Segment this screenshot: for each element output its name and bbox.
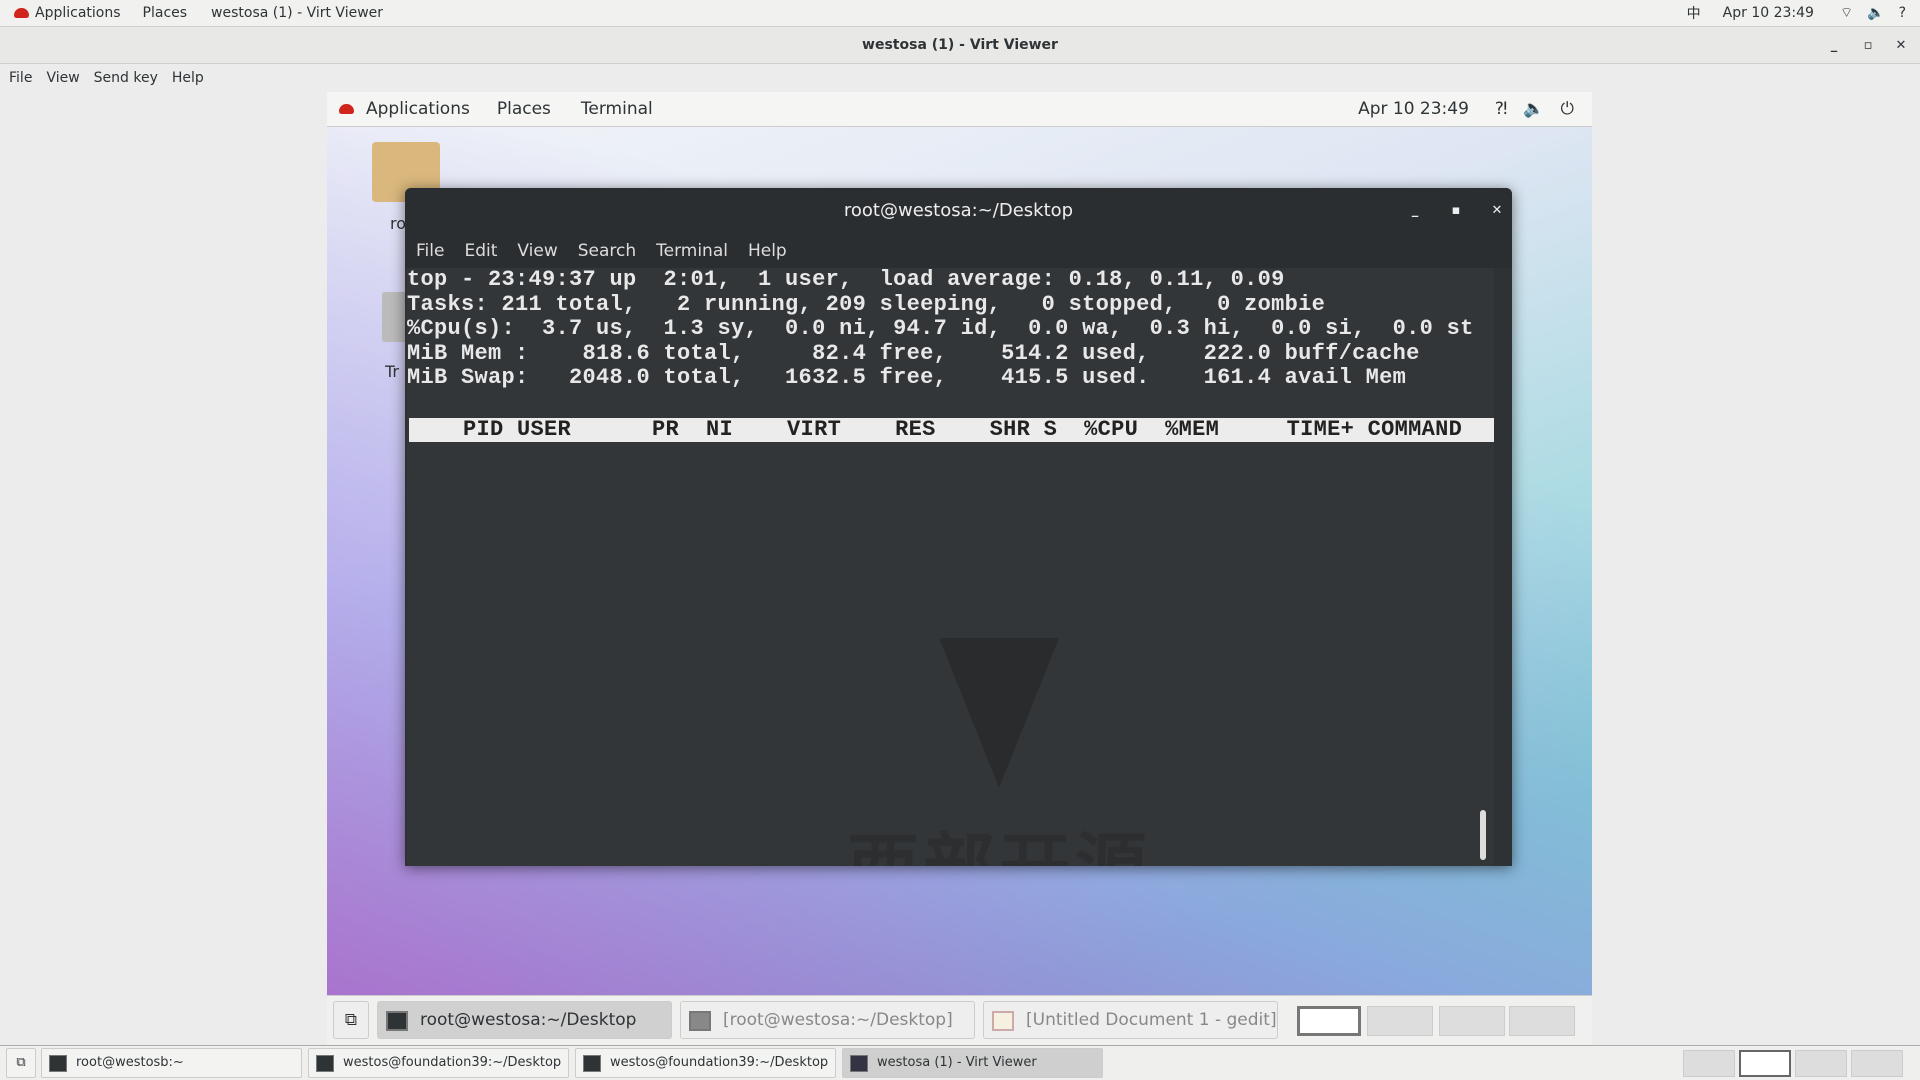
guest-taskbar: ⧉ root@westosa:~/Desktop [root@westosa:~… [327,995,1592,1045]
task-label: westos@foundation39:~/Desktop [343,1055,562,1070]
places-menu[interactable]: Places [143,5,188,21]
terminal-menu-file[interactable]: File [416,241,444,261]
workspace-3[interactable] [1439,1006,1505,1036]
task-label: [Untitled Document 1 - gedit] [1026,1010,1277,1030]
host-task-1[interactable]: root@westosb:~ [41,1048,302,1078]
help-icon[interactable]: ? [1899,5,1906,21]
top-line-cpu: %Cpu(s): 3.7 us, 1.3 sy, 0.0 ni, 94.7 id… [407,316,1474,341]
wifi-icon[interactable]: ⌔ [1840,4,1853,22]
guest-applications-menu[interactable]: Applications [366,99,470,119]
terminal-close-button[interactable]: ✕ [1482,188,1512,234]
terminal-icon [583,1055,601,1072]
guest-top-bar: Applications Places Terminal Apr 10 23:4… [327,92,1592,127]
guest-task-gedit[interactable]: [Untitled Document 1 - gedit] [983,1001,1278,1039]
viewer-menu-bar: File View Send key Help [0,64,1920,92]
terminal-title-bar[interactable]: root@westosa:~/Desktop _ ▪ ✕ [405,188,1512,234]
terminal-title: root@westosa:~/Desktop [843,200,1074,221]
close-button[interactable]: ✕ [1886,27,1916,64]
terminal-icon [689,1011,711,1031]
terminal-scrollbar[interactable] [1480,810,1486,860]
input-method[interactable]: 中 [1687,3,1701,23]
top-line-tasks: Tasks: 211 total, 2 running, 209 sleepin… [407,291,1326,317]
task-label: [root@westosa:~/Desktop] [723,1010,953,1030]
top-line-mem: MiB Mem : 818.6 total, 82.4 free, 514.2 … [407,340,1420,366]
terminal-menu-help[interactable]: Help [748,241,787,261]
home-folder-label[interactable]: ro [390,214,406,233]
terminal-menu-bar: File Edit View Search Terminal Help [405,234,1512,268]
task-label: root@westosb:~ [76,1055,184,1070]
terminal-maximize-button[interactable]: ▪ [1441,188,1471,234]
terminal-icon [49,1055,67,1072]
task-label: westos@foundation39:~/Desktop [610,1055,829,1070]
workspace-1[interactable] [1683,1050,1735,1077]
guest-places-menu[interactable]: Places [497,99,551,119]
trash-label[interactable]: Tr [385,362,399,381]
workspace-1[interactable] [1297,1006,1361,1036]
power-icon[interactable]: ⏻ [1561,99,1574,119]
show-desktop-button[interactable]: ⧉ [333,1001,369,1039]
terminal-window[interactable]: root@westosa:~/Desktop _ ▪ ✕ File Edit V… [405,188,1512,866]
redhat-logo-icon [14,8,29,18]
active-window-label[interactable]: westosa (1) - Virt Viewer [211,5,383,21]
menu-file[interactable]: File [9,70,32,86]
host-task-2[interactable]: westos@foundation39:~/Desktop [308,1048,569,1078]
guest-task-terminal[interactable]: [root@westosa:~/Desktop] [680,1001,975,1039]
workspace-4[interactable] [1851,1050,1903,1077]
volume-icon[interactable]: 🔈 [1523,99,1544,119]
terminal-menu-edit[interactable]: Edit [464,241,497,261]
minimize-button[interactable]: _ [1819,27,1849,64]
menu-send-key[interactable]: Send key [94,70,158,86]
viewer-title: westosa (1) - Virt Viewer [862,37,1058,53]
process-table-header: PID USER PR NI VIRT RES SHR S %CPU %MEM … [409,418,1494,442]
terminal-icon [316,1055,334,1072]
guest-task-terminal-active[interactable]: root@westosa:~/Desktop [377,1001,672,1039]
terminal-content[interactable]: 西部开源 top - 23:49:37 up 2:01, 1 user, loa… [407,267,1494,866]
task-label: root@westosa:~/Desktop [420,1010,637,1030]
terminal-menu-search[interactable]: Search [578,241,636,261]
virt-viewer-icon [850,1055,868,1072]
show-desktop-button[interactable]: ⧉ [6,1048,36,1078]
host-top-bar: Applications Places westosa (1) - Virt V… [0,0,1920,27]
terminal-minimize-button[interactable]: _ [1400,188,1430,234]
top-line-swap: MiB Swap: 2048.0 total, 1632.5 free, 415… [407,365,1407,390]
guest-terminal-menu[interactable]: Terminal [581,99,653,119]
terminal-menu-view[interactable]: View [517,241,557,261]
network-icon[interactable]: ⁈ [1495,99,1507,119]
terminal-icon [386,1011,408,1031]
volume-icon[interactable]: 🔈 [1867,5,1884,21]
top-line-uptime: top - 23:49:37 up 2:01, 1 user, load ave… [407,267,1285,292]
host-taskbar: ⧉ root@westosb:~ westos@foundation39:~/D… [0,1045,1920,1080]
workspace-4[interactable] [1509,1006,1575,1036]
terminal-menu-terminal[interactable]: Terminal [656,241,728,261]
task-label: westosa (1) - Virt Viewer [877,1055,1037,1070]
redhat-logo-icon [339,104,354,114]
host-task-3[interactable]: westos@foundation39:~/Desktop [575,1048,836,1078]
watermark-text: 西部开源 [847,825,1151,866]
host-task-virt-viewer[interactable]: westosa (1) - Virt Viewer [842,1048,1103,1078]
maximize-button[interactable]: ▫ [1853,27,1883,64]
menu-help[interactable]: Help [172,70,204,86]
clock[interactable]: Apr 10 23:49 [1723,5,1814,21]
applications-menu[interactable]: Applications [35,5,121,21]
gedit-icon [992,1011,1014,1031]
menu-view[interactable]: View [46,70,79,86]
watermark-logo: 西部开源 [847,638,1151,866]
viewer-title-bar: westosa (1) - Virt Viewer _ ▫ ✕ [0,27,1920,64]
workspace-2[interactable] [1367,1006,1433,1036]
workspace-3[interactable] [1795,1050,1847,1077]
workspace-2[interactable] [1739,1050,1791,1077]
guest-clock[interactable]: Apr 10 23:49 [1358,99,1469,119]
